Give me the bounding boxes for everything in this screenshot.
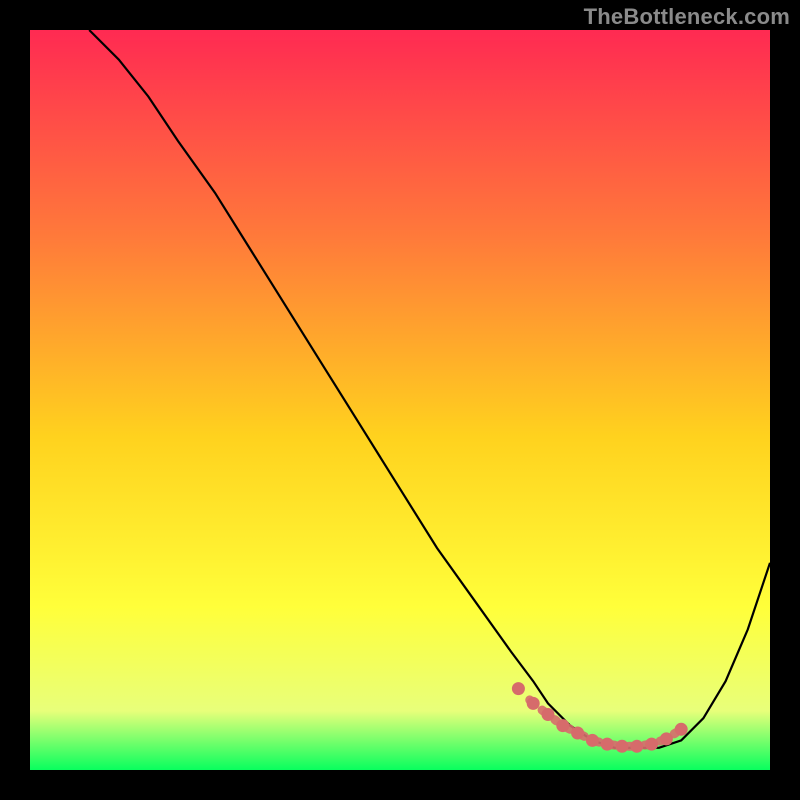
trough-marker [527, 697, 540, 710]
trough-marker [556, 719, 569, 732]
trough-marker [616, 740, 629, 753]
bottleneck-chart [0, 0, 800, 800]
trough-marker [675, 723, 688, 736]
chart-frame: TheBottleneck.com [0, 0, 800, 800]
plot-area [30, 30, 770, 770]
trough-marker [586, 734, 599, 747]
trough-marker [512, 682, 525, 695]
trough-marker [645, 738, 658, 751]
trough-marker [571, 727, 584, 740]
trough-marker [660, 732, 673, 745]
trough-marker [601, 738, 614, 751]
trough-marker [542, 708, 555, 721]
trough-marker [630, 740, 643, 753]
